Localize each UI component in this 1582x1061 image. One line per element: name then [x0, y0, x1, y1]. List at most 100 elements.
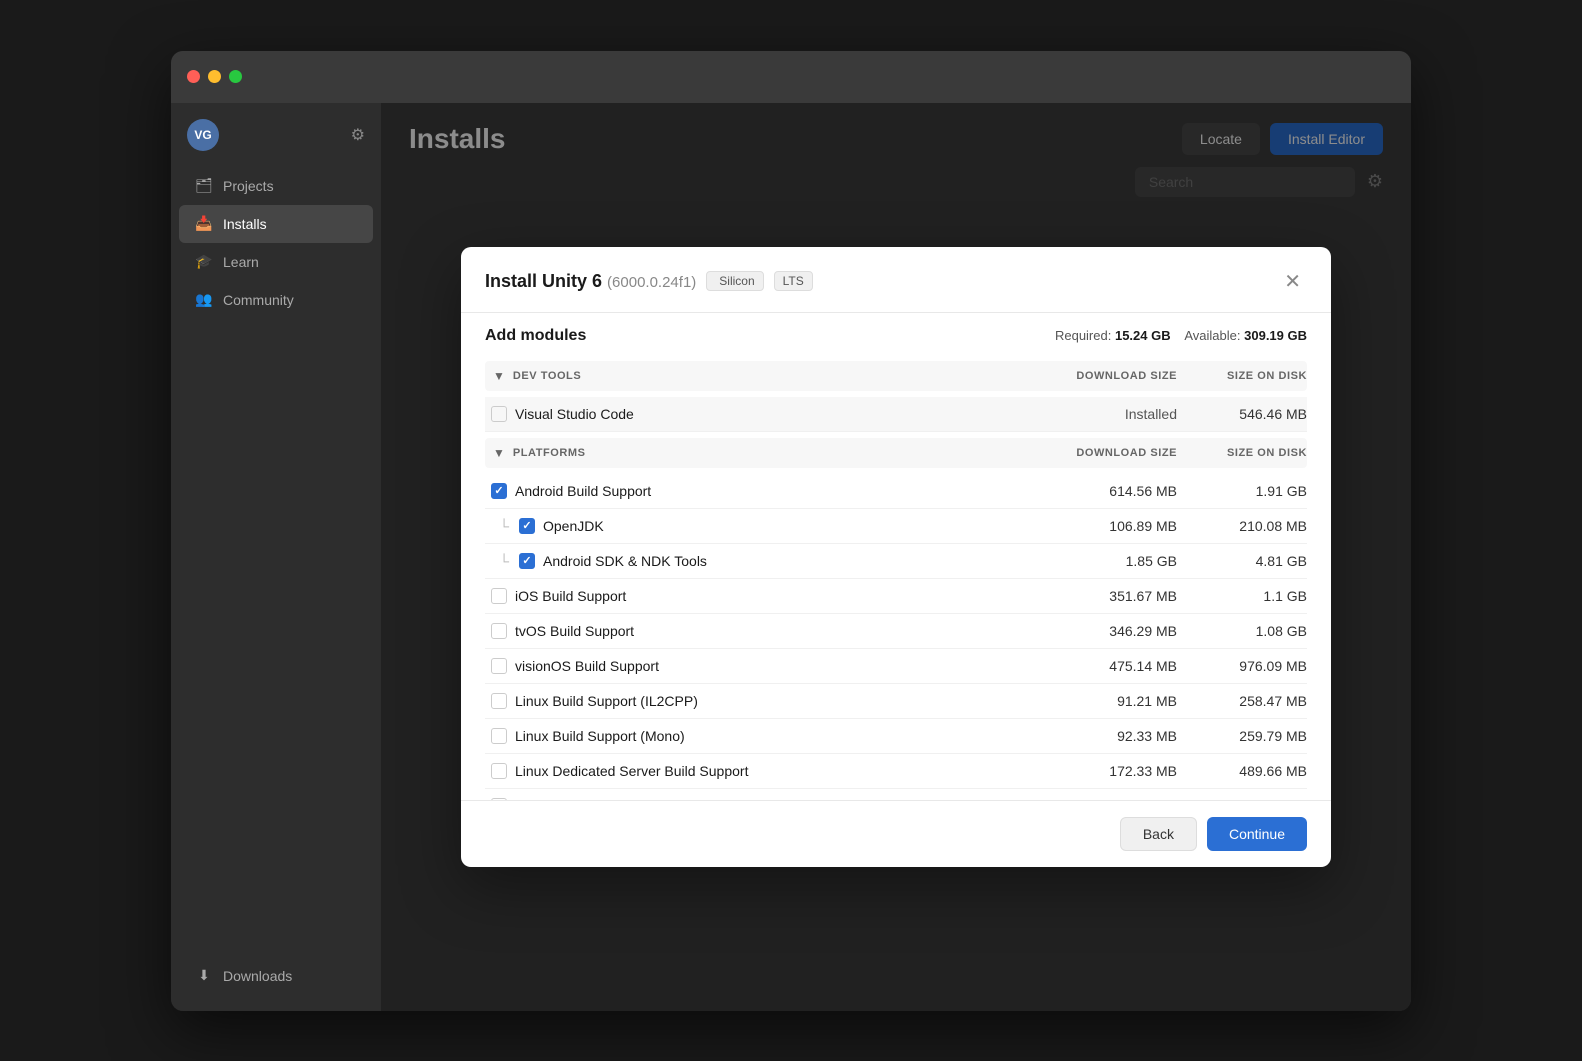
android-size: 1.91 GB [1177, 483, 1307, 499]
module-row-visionos: visionOS Build Support 475.14 MB 976.09 … [485, 649, 1307, 684]
ios-checkbox[interactable] [491, 588, 507, 604]
section-header-platforms[interactable]: ▼ PLATFORMS DOWNLOAD SIZE SIZE ON DISK [485, 438, 1307, 468]
main-content: Installs Locate Install Editor ⚙ I [381, 103, 1411, 1011]
tvos-checkbox[interactable] [491, 623, 507, 639]
sidebar: VG ⚙ 🗂 Projects 📥 Installs 🎓 Learn 👥 Com… [171, 103, 381, 1011]
openjdk-size: 210.08 MB [1177, 518, 1307, 534]
close-traffic-light[interactable] [187, 70, 200, 83]
linux-server-download: 172.33 MB [1047, 763, 1177, 779]
linux-server-size: 489.66 MB [1177, 763, 1307, 779]
traffic-lights [187, 70, 242, 83]
linux-mono-size: 259.79 MB [1177, 728, 1307, 744]
sidebar-item-learn[interactable]: 🎓 Learn [179, 243, 373, 281]
sidebar-item-label-installs: Installs [223, 216, 267, 232]
tvos-size: 1.08 GB [1177, 623, 1307, 639]
sidebar-item-downloads[interactable]: ⬇ Downloads [179, 957, 373, 995]
module-row-linux-mono: Linux Build Support (Mono) 92.33 MB 259.… [485, 719, 1307, 754]
linux-il2cpp-checkbox[interactable] [491, 693, 507, 709]
openjdk-indent: └ [485, 518, 513, 534]
visionos-name: visionOS Build Support [513, 658, 1047, 674]
sidebar-item-community[interactable]: 👥 Community [179, 281, 373, 319]
section-header-dev-tools[interactable]: ▼ DEV TOOLS DOWNLOAD SIZE SIZE ON DISK [485, 361, 1307, 391]
avatar[interactable]: VG [187, 119, 219, 151]
tvos-name: tvOS Build Support [513, 623, 1047, 639]
module-row-linux-server: Linux Dedicated Server Build Support 172… [485, 754, 1307, 789]
android-sdk-name: Android SDK & NDK Tools [541, 553, 1047, 569]
add-modules-label: Add modules [485, 327, 586, 345]
ios-name: iOS Build Support [513, 588, 1047, 604]
linux-server-checkbox[interactable] [491, 763, 507, 779]
dev-tools-size-col: SIZE ON DISK [1177, 370, 1307, 382]
modal-title-row: Install Unity 6 (6000.0.24f1) Silicon LT… [485, 271, 813, 292]
visionos-checkbox[interactable] [491, 658, 507, 674]
module-row-tvos: tvOS Build Support 346.29 MB 1.08 GB [485, 614, 1307, 649]
openjdk-name: OpenJDK [541, 518, 1047, 534]
downloads-icon: ⬇ [195, 967, 213, 985]
sidebar-item-label-learn: Learn [223, 254, 259, 270]
chevron-down-icon: ▼ [493, 369, 505, 383]
sidebar-user-section: VG ⚙ [171, 111, 381, 159]
modal-header: Install Unity 6 (6000.0.24f1) Silicon LT… [461, 247, 1331, 313]
projects-icon: 🗂 [195, 177, 213, 195]
dev-tools-download-col: DOWNLOAD SIZE [1047, 370, 1177, 382]
installs-icon: 📥 [195, 215, 213, 233]
title-bar [171, 51, 1411, 103]
linux-mono-checkbox-area [485, 728, 513, 744]
android-sdk-download: 1.85 GB [1047, 553, 1177, 569]
linux-server-checkbox-area [485, 763, 513, 779]
platforms-chevron-icon: ▼ [493, 446, 505, 460]
android-checkbox-area [485, 483, 513, 499]
android-download: 614.56 MB [1047, 483, 1177, 499]
vscode-installed-label: Installed [1047, 406, 1177, 422]
vscode-size: 546.46 MB [1177, 406, 1307, 422]
available-size: 309.19 GB [1244, 328, 1307, 343]
modal-title-main: Install Unity 6 (6000.0.24f1) [485, 271, 696, 292]
sidebar-item-label-projects: Projects [223, 178, 274, 194]
modal-title-version: (6000.0.24f1) [607, 274, 696, 291]
fullscreen-traffic-light[interactable] [229, 70, 242, 83]
android-sdk-size: 4.81 GB [1177, 553, 1307, 569]
ios-download: 351.67 MB [1047, 588, 1177, 604]
linux-mono-checkbox[interactable] [491, 728, 507, 744]
module-row-ios: iOS Build Support 351.67 MB 1.1 GB [485, 579, 1307, 614]
visionos-download: 475.14 MB [1047, 658, 1177, 674]
sidebar-gear-icon[interactable]: ⚙ [351, 125, 365, 145]
install-modal: Install Unity 6 (6000.0.24f1) Silicon LT… [461, 247, 1331, 867]
modal-close-button[interactable]: ✕ [1278, 267, 1307, 296]
sidebar-item-installs[interactable]: 📥 Installs [179, 205, 373, 243]
visionos-checkbox-area [485, 658, 513, 674]
app-window: VG ⚙ 🗂 Projects 📥 Installs 🎓 Learn 👥 Com… [171, 51, 1411, 1011]
android-name: Android Build Support [513, 483, 1047, 499]
vscode-name: Visual Studio Code [513, 406, 1047, 422]
sidebar-bottom: ⬇ Downloads [171, 957, 381, 1011]
lts-badge: LTS [774, 271, 813, 291]
linux-mono-download: 92.33 MB [1047, 728, 1177, 744]
module-row-linux-il2cpp: Linux Build Support (IL2CPP) 91.21 MB 25… [485, 684, 1307, 719]
dev-tools-section-title: DEV TOOLS [513, 370, 1047, 382]
linux-il2cpp-download: 91.21 MB [1047, 693, 1177, 709]
linux-il2cpp-size: 258.47 MB [1177, 693, 1307, 709]
android-sdk-indent: └ [485, 553, 513, 569]
linux-il2cpp-checkbox-area [485, 693, 513, 709]
learn-icon: 🎓 [195, 253, 213, 271]
openjdk-checkbox[interactable] [519, 518, 535, 534]
continue-button[interactable]: Continue [1207, 817, 1307, 851]
openjdk-checkbox-area [513, 518, 541, 534]
linux-server-name: Linux Dedicated Server Build Support [513, 763, 1047, 779]
android-sdk-checkbox[interactable] [519, 553, 535, 569]
android-checkbox[interactable] [491, 483, 507, 499]
back-button[interactable]: Back [1120, 817, 1197, 851]
module-row-vscode: Visual Studio Code Installed 546.46 MB [485, 397, 1307, 432]
tvos-download: 346.29 MB [1047, 623, 1177, 639]
modal-subheader: Add modules Required: 15.24 GB Available… [461, 313, 1331, 355]
storage-info: Required: 15.24 GB Available: 309.19 GB [1055, 328, 1307, 343]
android-sdk-checkbox-area [513, 553, 541, 569]
vscode-checkbox[interactable] [491, 406, 507, 422]
minimize-traffic-light[interactable] [208, 70, 221, 83]
ios-size: 1.1 GB [1177, 588, 1307, 604]
ios-checkbox-area [485, 588, 513, 604]
community-icon: 👥 [195, 291, 213, 309]
module-row-mac-il2cpp: Mac Build Support (IL2CPP) 568.12 MB 1.7… [485, 789, 1307, 800]
sidebar-item-projects[interactable]: 🗂 Projects [179, 167, 373, 205]
module-row-android: Android Build Support 614.56 MB 1.91 GB [485, 474, 1307, 509]
